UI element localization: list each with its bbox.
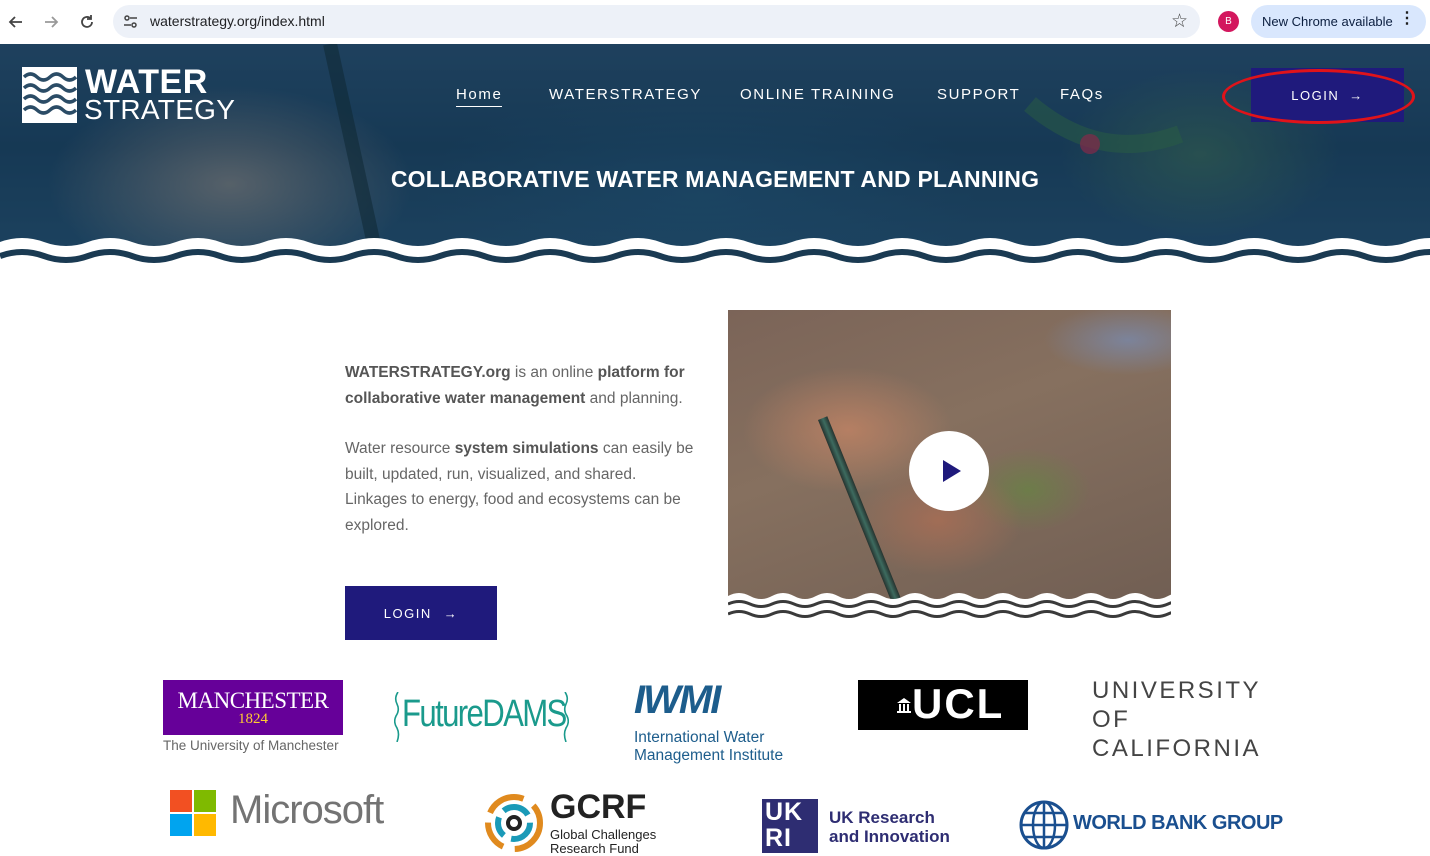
uc-line1: UNIVERSITY bbox=[1092, 677, 1262, 704]
forward-icon[interactable] bbox=[40, 11, 62, 33]
ukri-line1: UK Research bbox=[829, 808, 935, 827]
microsoft-wordmark: Microsoft bbox=[230, 788, 384, 832]
nav-online-training[interactable]: ONLINE TRAINING bbox=[740, 86, 895, 103]
uc-line2: OF bbox=[1092, 706, 1131, 733]
ukri-logo-box: UKRI bbox=[762, 799, 818, 853]
uc-line3: CALIFORNIA bbox=[1092, 735, 1262, 762]
ukri-mark: UKRI bbox=[765, 799, 804, 852]
main-login-button[interactable]: LOGIN → bbox=[345, 586, 497, 640]
gcrf-logo-icon bbox=[485, 794, 543, 852]
hero-title: COLLABORATIVE WATER MANAGEMENT AND PLANN… bbox=[390, 166, 1040, 192]
world-bank-wordmark: WORLD BANK GROUP bbox=[1073, 812, 1283, 834]
play-icon bbox=[942, 460, 961, 482]
hero-wave-divider bbox=[0, 238, 1430, 272]
browser-toolbar: waterstrategy.org/index.html ☆ B New Chr… bbox=[0, 0, 1430, 44]
futuredams-bracket-left bbox=[394, 692, 400, 742]
nav-support[interactable]: SUPPORT bbox=[937, 86, 1020, 103]
ukri-line2: and Innovation bbox=[829, 827, 950, 846]
intro-brand: WATERSTRATEGY.org bbox=[345, 364, 511, 381]
ucl-wordmark: UCL bbox=[912, 680, 1005, 727]
world-bank-globe-icon bbox=[1019, 800, 1069, 850]
manchester-year: 1824 bbox=[238, 711, 268, 727]
gcrf-line1: Global Challenges bbox=[550, 827, 657, 842]
futuredams-wordmark: FutureDAMS bbox=[402, 693, 567, 735]
chrome-update-label: New Chrome available bbox=[1262, 14, 1393, 29]
main-navigation: Home WATERSTRATEGY ONLINE TRAINING SUPPO… bbox=[0, 86, 1430, 107]
intro-emphasis: system simulations bbox=[454, 440, 599, 457]
chrome-update-button[interactable]: New Chrome available ⋮ bbox=[1251, 5, 1426, 38]
main-login-label: LOGIN bbox=[383, 605, 432, 621]
back-icon[interactable] bbox=[5, 11, 27, 33]
gcrf-line2: Research Fund bbox=[550, 841, 639, 856]
intro-text-run: Water resource bbox=[345, 440, 455, 457]
address-bar[interactable]: waterstrategy.org/index.html ☆ bbox=[113, 5, 1200, 38]
intro-text-run: and planning. bbox=[585, 389, 683, 407]
partner-gcrf[interactable]: GCRF Global Challenges Research Fund bbox=[483, 788, 663, 856]
nav-home[interactable]: Home bbox=[456, 86, 503, 107]
intro-text-run: is an online bbox=[510, 364, 598, 381]
nav-faqs[interactable]: FAQs bbox=[1060, 86, 1104, 103]
partner-ucl[interactable]: UCL bbox=[858, 680, 1028, 730]
iwmi-line1: International Water bbox=[634, 729, 765, 746]
partner-iwmi[interactable]: IWMI International Water Management Inst… bbox=[634, 678, 794, 767]
video-wave-divider bbox=[728, 593, 1171, 623]
reload-icon[interactable] bbox=[76, 11, 98, 33]
hero-banner: WATER STRATEGY Home WATERSTRATEGY ONLINE… bbox=[0, 44, 1430, 272]
futuredams-bracket-right bbox=[563, 692, 569, 742]
ucl-portico-icon bbox=[897, 698, 911, 713]
partner-ukri[interactable]: UKRI UK Research and Innovation bbox=[762, 799, 957, 853]
partner-manchester[interactable]: MANCHESTER 1824 The University of Manche… bbox=[163, 680, 344, 758]
nav-waterstrategy[interactable]: WATERSTRATEGY bbox=[549, 86, 702, 103]
play-button[interactable] bbox=[909, 431, 989, 511]
partner-microsoft[interactable]: Microsoft bbox=[170, 788, 398, 838]
iwmi-mark: IWMI bbox=[634, 678, 721, 722]
intro-video[interactable] bbox=[728, 310, 1171, 623]
intro-paragraph-2: Water resource system simulations can ea… bbox=[345, 436, 695, 538]
manchester-subtitle: The University of Manchester bbox=[163, 738, 339, 753]
url-text[interactable]: waterstrategy.org/index.html bbox=[150, 13, 325, 29]
arrow-right-icon: → bbox=[443, 605, 459, 621]
menu-kebab-icon[interactable]: ⋮ bbox=[1399, 11, 1415, 27]
profile-avatar[interactable]: B bbox=[1218, 11, 1239, 32]
partner-university-of-california[interactable]: UNIVERSITY OF CALIFORNIA bbox=[1092, 676, 1262, 762]
iwmi-line2: Management Institute bbox=[634, 747, 784, 764]
gcrf-wordmark: GCRF bbox=[550, 788, 647, 826]
intro-text: WATERSTRATEGY.org is an online platform … bbox=[345, 360, 695, 538]
intro-paragraph-1: WATERSTRATEGY.org is an online platform … bbox=[345, 360, 695, 411]
manchester-logo-box: MANCHESTER 1824 bbox=[163, 680, 343, 735]
bookmark-star-icon[interactable]: ☆ bbox=[1171, 10, 1188, 33]
microsoft-logo-icon bbox=[170, 790, 216, 836]
partner-futuredams[interactable]: FutureDAMS bbox=[394, 690, 570, 744]
red-circle-annotation bbox=[1222, 69, 1415, 124]
site-settings-icon[interactable] bbox=[122, 13, 139, 30]
partner-world-bank-group[interactable]: WORLD BANK GROUP bbox=[1018, 799, 1283, 851]
